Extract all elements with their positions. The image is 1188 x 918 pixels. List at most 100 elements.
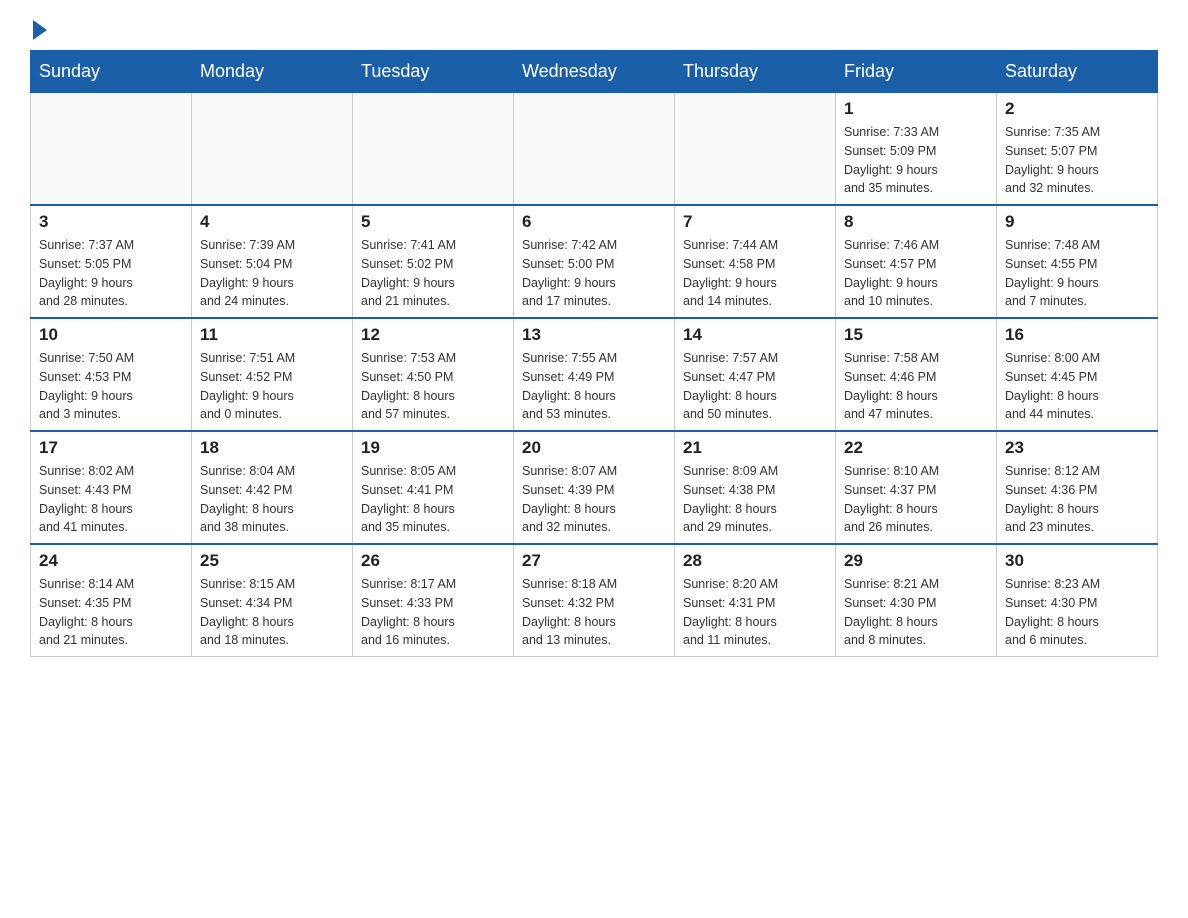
calendar-day-cell: 27 Sunrise: 8:18 AM Sunset: 4:32 PM Dayli… <box>514 544 675 657</box>
day-number: 1 <box>844 99 988 119</box>
day-number: 11 <box>200 325 344 345</box>
day-info: Sunrise: 8:23 AM Sunset: 4:30 PM Dayligh… <box>1005 575 1149 650</box>
day-number: 25 <box>200 551 344 571</box>
day-info: Sunrise: 7:33 AM Sunset: 5:09 PM Dayligh… <box>844 123 988 198</box>
day-header-tuesday: Tuesday <box>353 51 514 93</box>
day-info: Sunrise: 8:05 AM Sunset: 4:41 PM Dayligh… <box>361 462 505 537</box>
calendar-day-cell: 18 Sunrise: 8:04 AM Sunset: 4:42 PM Dayli… <box>192 431 353 544</box>
day-info: Sunrise: 8:17 AM Sunset: 4:33 PM Dayligh… <box>361 575 505 650</box>
day-info: Sunrise: 7:58 AM Sunset: 4:46 PM Dayligh… <box>844 349 988 424</box>
day-info: Sunrise: 7:42 AM Sunset: 5:00 PM Dayligh… <box>522 236 666 311</box>
calendar-day-cell: 12 Sunrise: 7:53 AM Sunset: 4:50 PM Dayli… <box>353 318 514 431</box>
day-header-thursday: Thursday <box>675 51 836 93</box>
day-info: Sunrise: 8:07 AM Sunset: 4:39 PM Dayligh… <box>522 462 666 537</box>
day-number: 29 <box>844 551 988 571</box>
day-number: 23 <box>1005 438 1149 458</box>
calendar-week-row: 3 Sunrise: 7:37 AM Sunset: 5:05 PM Daylig… <box>31 205 1158 318</box>
day-number: 2 <box>1005 99 1149 119</box>
day-number: 5 <box>361 212 505 232</box>
day-number: 3 <box>39 212 183 232</box>
calendar-day-cell: 17 Sunrise: 8:02 AM Sunset: 4:43 PM Dayli… <box>31 431 192 544</box>
calendar-day-cell: 5 Sunrise: 7:41 AM Sunset: 5:02 PM Daylig… <box>353 205 514 318</box>
day-info: Sunrise: 7:48 AM Sunset: 4:55 PM Dayligh… <box>1005 236 1149 311</box>
calendar-day-cell: 7 Sunrise: 7:44 AM Sunset: 4:58 PM Daylig… <box>675 205 836 318</box>
day-info: Sunrise: 7:51 AM Sunset: 4:52 PM Dayligh… <box>200 349 344 424</box>
day-info: Sunrise: 8:12 AM Sunset: 4:36 PM Dayligh… <box>1005 462 1149 537</box>
calendar-day-cell: 30 Sunrise: 8:23 AM Sunset: 4:30 PM Dayli… <box>997 544 1158 657</box>
day-info: Sunrise: 8:18 AM Sunset: 4:32 PM Dayligh… <box>522 575 666 650</box>
day-number: 22 <box>844 438 988 458</box>
day-number: 14 <box>683 325 827 345</box>
day-number: 21 <box>683 438 827 458</box>
day-info: Sunrise: 7:39 AM Sunset: 5:04 PM Dayligh… <box>200 236 344 311</box>
day-info: Sunrise: 8:15 AM Sunset: 4:34 PM Dayligh… <box>200 575 344 650</box>
day-number: 28 <box>683 551 827 571</box>
day-info: Sunrise: 7:55 AM Sunset: 4:49 PM Dayligh… <box>522 349 666 424</box>
calendar-day-cell: 11 Sunrise: 7:51 AM Sunset: 4:52 PM Dayli… <box>192 318 353 431</box>
calendar-day-cell <box>353 93 514 206</box>
day-number: 26 <box>361 551 505 571</box>
calendar-day-cell: 10 Sunrise: 7:50 AM Sunset: 4:53 PM Dayli… <box>31 318 192 431</box>
day-info: Sunrise: 8:10 AM Sunset: 4:37 PM Dayligh… <box>844 462 988 537</box>
calendar-header-row: SundayMondayTuesdayWednesdayThursdayFrid… <box>31 51 1158 93</box>
calendar-day-cell <box>31 93 192 206</box>
day-info: Sunrise: 8:14 AM Sunset: 4:35 PM Dayligh… <box>39 575 183 650</box>
day-info: Sunrise: 8:09 AM Sunset: 4:38 PM Dayligh… <box>683 462 827 537</box>
calendar-week-row: 1 Sunrise: 7:33 AM Sunset: 5:09 PM Daylig… <box>31 93 1158 206</box>
calendar-day-cell <box>514 93 675 206</box>
day-header-saturday: Saturday <box>997 51 1158 93</box>
day-number: 12 <box>361 325 505 345</box>
day-number: 15 <box>844 325 988 345</box>
day-header-friday: Friday <box>836 51 997 93</box>
day-info: Sunrise: 8:04 AM Sunset: 4:42 PM Dayligh… <box>200 462 344 537</box>
day-number: 27 <box>522 551 666 571</box>
day-info: Sunrise: 7:35 AM Sunset: 5:07 PM Dayligh… <box>1005 123 1149 198</box>
day-number: 10 <box>39 325 183 345</box>
calendar-day-cell: 22 Sunrise: 8:10 AM Sunset: 4:37 PM Dayli… <box>836 431 997 544</box>
logo-arrow-icon <box>33 20 47 40</box>
day-info: Sunrise: 8:20 AM Sunset: 4:31 PM Dayligh… <box>683 575 827 650</box>
day-number: 7 <box>683 212 827 232</box>
calendar-week-row: 10 Sunrise: 7:50 AM Sunset: 4:53 PM Dayli… <box>31 318 1158 431</box>
day-number: 8 <box>844 212 988 232</box>
page-header <box>30 20 1158 40</box>
calendar-day-cell: 4 Sunrise: 7:39 AM Sunset: 5:04 PM Daylig… <box>192 205 353 318</box>
day-info: Sunrise: 7:44 AM Sunset: 4:58 PM Dayligh… <box>683 236 827 311</box>
day-number: 19 <box>361 438 505 458</box>
calendar-week-row: 17 Sunrise: 8:02 AM Sunset: 4:43 PM Dayli… <box>31 431 1158 544</box>
calendar-day-cell: 6 Sunrise: 7:42 AM Sunset: 5:00 PM Daylig… <box>514 205 675 318</box>
day-number: 30 <box>1005 551 1149 571</box>
calendar-day-cell: 24 Sunrise: 8:14 AM Sunset: 4:35 PM Dayli… <box>31 544 192 657</box>
day-header-wednesday: Wednesday <box>514 51 675 93</box>
day-info: Sunrise: 7:50 AM Sunset: 4:53 PM Dayligh… <box>39 349 183 424</box>
calendar-day-cell: 2 Sunrise: 7:35 AM Sunset: 5:07 PM Daylig… <box>997 93 1158 206</box>
calendar-day-cell: 25 Sunrise: 8:15 AM Sunset: 4:34 PM Dayli… <box>192 544 353 657</box>
calendar-day-cell: 8 Sunrise: 7:46 AM Sunset: 4:57 PM Daylig… <box>836 205 997 318</box>
calendar-week-row: 24 Sunrise: 8:14 AM Sunset: 4:35 PM Dayli… <box>31 544 1158 657</box>
day-info: Sunrise: 7:37 AM Sunset: 5:05 PM Dayligh… <box>39 236 183 311</box>
calendar-day-cell: 29Sunrise: 8:21 AM Sunset: 4:30 PM Dayli… <box>836 544 997 657</box>
day-info: Sunrise: 7:46 AM Sunset: 4:57 PM Dayligh… <box>844 236 988 311</box>
day-number: 17 <box>39 438 183 458</box>
day-info: Sunrise: 7:57 AM Sunset: 4:47 PM Dayligh… <box>683 349 827 424</box>
day-info: Sunrise: 7:53 AM Sunset: 4:50 PM Dayligh… <box>361 349 505 424</box>
day-number: 16 <box>1005 325 1149 345</box>
day-number: 18 <box>200 438 344 458</box>
calendar-day-cell <box>192 93 353 206</box>
day-number: 4 <box>200 212 344 232</box>
calendar-table: SundayMondayTuesdayWednesdayThursdayFrid… <box>30 50 1158 657</box>
day-info: Sunrise: 8:00 AM Sunset: 4:45 PM Dayligh… <box>1005 349 1149 424</box>
logo <box>30 20 48 40</box>
day-info: Sunrise: 7:41 AM Sunset: 5:02 PM Dayligh… <box>361 236 505 311</box>
calendar-day-cell: 19 Sunrise: 8:05 AM Sunset: 4:41 PM Dayli… <box>353 431 514 544</box>
calendar-day-cell: 28 Sunrise: 8:20 AM Sunset: 4:31 PM Dayli… <box>675 544 836 657</box>
calendar-day-cell: 3 Sunrise: 7:37 AM Sunset: 5:05 PM Daylig… <box>31 205 192 318</box>
calendar-day-cell: 21 Sunrise: 8:09 AM Sunset: 4:38 PM Dayli… <box>675 431 836 544</box>
day-header-monday: Monday <box>192 51 353 93</box>
day-info: Sunrise: 8:02 AM Sunset: 4:43 PM Dayligh… <box>39 462 183 537</box>
day-number: 9 <box>1005 212 1149 232</box>
day-number: 6 <box>522 212 666 232</box>
day-number: 24 <box>39 551 183 571</box>
day-header-sunday: Sunday <box>31 51 192 93</box>
calendar-day-cell: 14 Sunrise: 7:57 AM Sunset: 4:47 PM Dayli… <box>675 318 836 431</box>
